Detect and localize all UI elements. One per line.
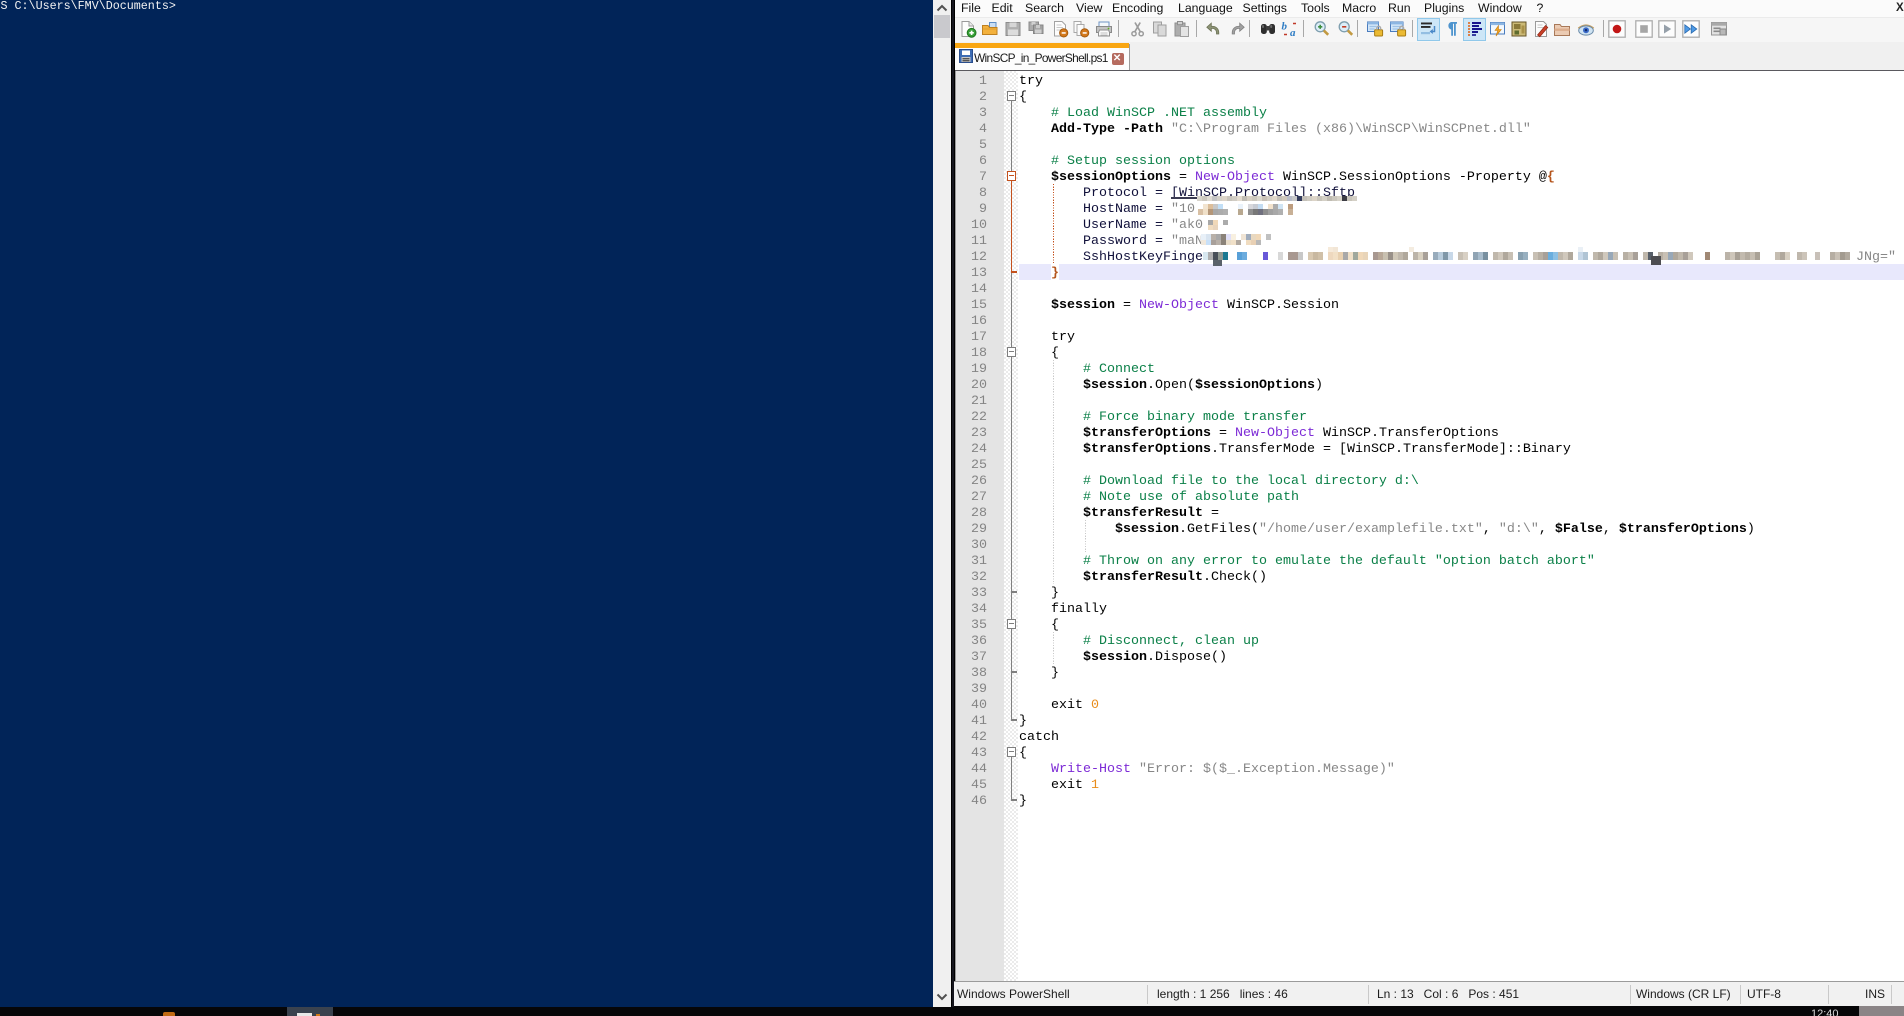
svg-text:b: b — [1282, 21, 1288, 33]
svg-text:a: a — [1290, 27, 1296, 38]
